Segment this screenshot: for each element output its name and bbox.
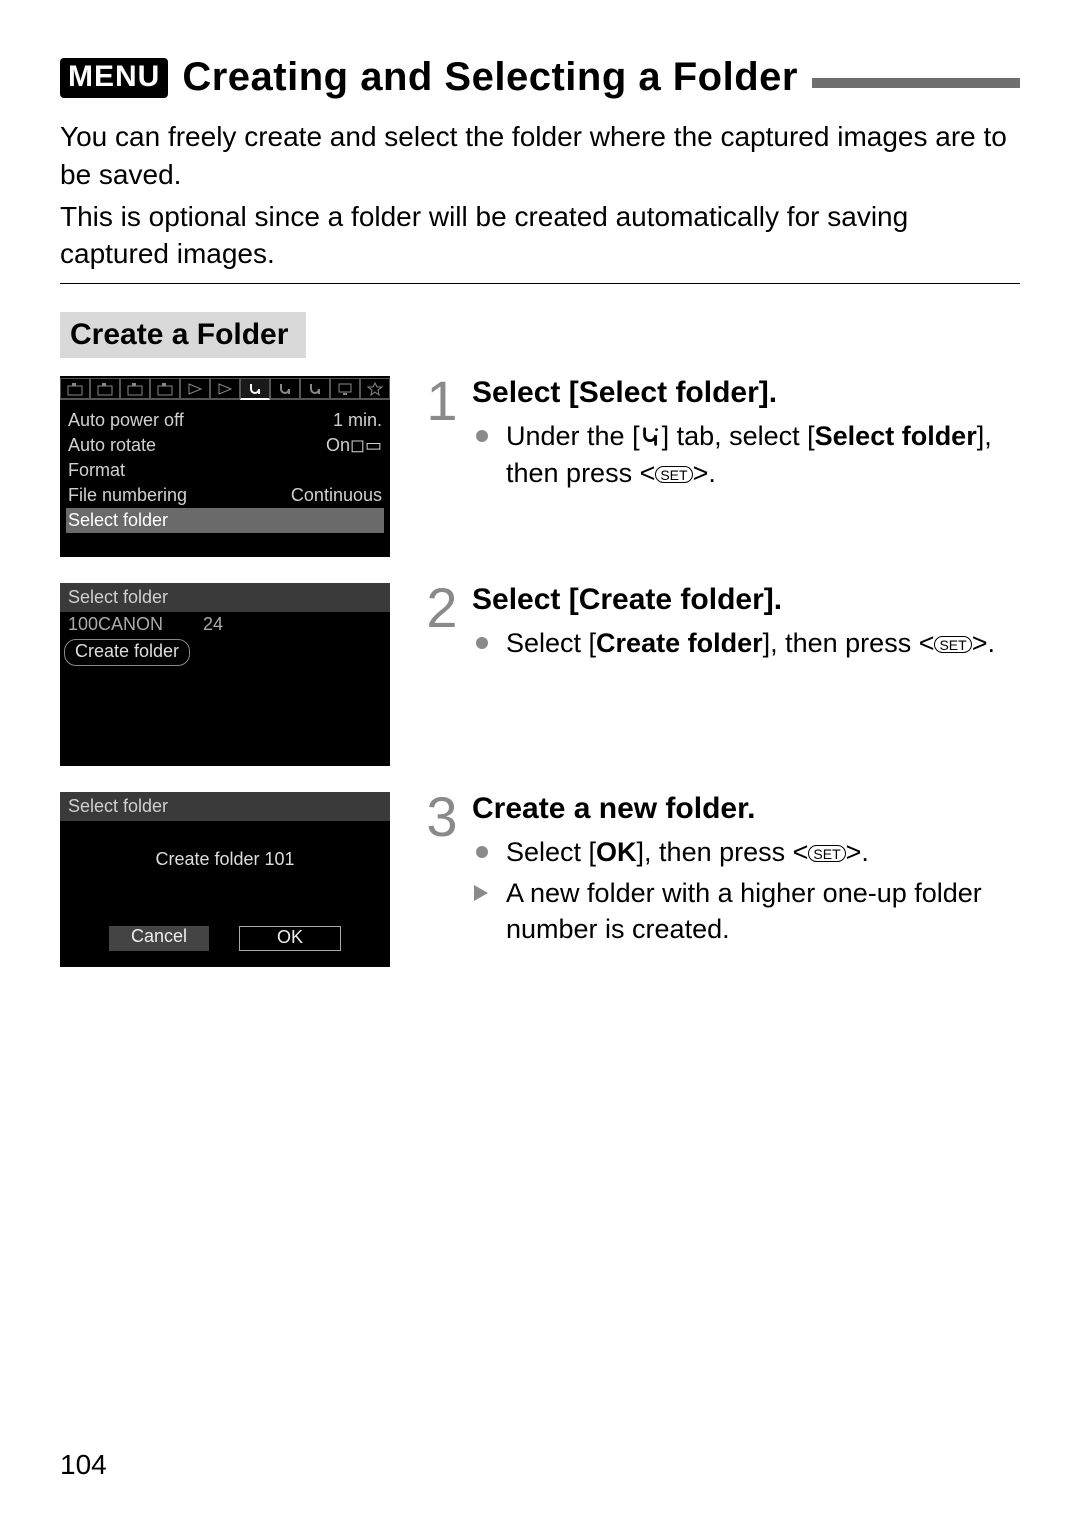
camera-icon: ◻ bbox=[350, 435, 365, 455]
menu-item-file-numbering: File numbering Continuous bbox=[66, 483, 384, 508]
title-rule bbox=[812, 78, 1020, 88]
manual-page: MENU Creating and Selecting a Folder You… bbox=[0, 0, 1080, 1521]
lcd2-title: Select folder bbox=[60, 583, 390, 612]
menu-item-auto-power-off: Auto power off 1 min. bbox=[66, 408, 384, 433]
divider bbox=[60, 283, 1020, 284]
step-3-bullet-1: Select [OK], then press <SET>. bbox=[472, 834, 1020, 870]
menu-item-auto-rotate: Auto rotate On◻▭ bbox=[66, 433, 384, 458]
tab-display bbox=[330, 378, 360, 400]
lcd3-title: Select folder bbox=[60, 792, 390, 821]
tab-camera-2 bbox=[90, 378, 120, 400]
page-title: Creating and Selecting a Folder bbox=[182, 55, 798, 100]
lcd-screenshot-3: Select folder Create folder 101 Cancel O… bbox=[60, 792, 390, 967]
menu-item-label: File numbering bbox=[68, 485, 187, 506]
tab-camera-4 bbox=[150, 378, 180, 400]
step-3-heading: Create a new folder. bbox=[472, 792, 1020, 826]
wrench-icon bbox=[640, 426, 662, 448]
menu-item-label: Select folder bbox=[68, 510, 168, 531]
tab-setup-1 bbox=[240, 378, 270, 400]
tab-setup-2 bbox=[270, 378, 300, 400]
folder-count: 24 bbox=[203, 614, 223, 635]
folder-row: 100CANON 24 bbox=[60, 612, 390, 637]
menu-item-value: Continuous bbox=[291, 485, 382, 506]
tab-setup-3 bbox=[300, 378, 330, 400]
menu-item-select-folder: Select folder bbox=[66, 508, 384, 533]
menu-item-label: Auto power off bbox=[68, 410, 184, 431]
step-number-2: 2 bbox=[420, 583, 464, 766]
page-number: 104 bbox=[60, 1449, 107, 1481]
intro-text: You can freely create and select the fol… bbox=[60, 118, 1020, 273]
intro-paragraph-1: You can freely create and select the fol… bbox=[60, 118, 1020, 194]
menu-item-label: Auto rotate bbox=[68, 435, 156, 456]
monitor-icon: ▭ bbox=[365, 435, 382, 455]
step-number-1: 1 bbox=[420, 376, 464, 557]
step-1-row: Auto power off 1 min. Auto rotate On◻▭ F… bbox=[60, 376, 1020, 557]
set-icon: SET bbox=[808, 845, 845, 862]
tab-playback-2 bbox=[210, 378, 240, 400]
menu-item-value: 1 min. bbox=[333, 410, 382, 431]
step-1-heading: Select [Select folder]. bbox=[472, 376, 1020, 410]
tab-camera-1 bbox=[60, 378, 90, 400]
set-icon: SET bbox=[655, 466, 692, 483]
lcd3-message: Create folder 101 bbox=[60, 849, 390, 870]
menu-tab-strip bbox=[60, 376, 390, 400]
intro-paragraph-2: This is optional since a folder will be … bbox=[60, 198, 1020, 274]
step-2-heading: Select [Create folder]. bbox=[472, 583, 1020, 617]
create-folder-option: Create folder bbox=[64, 639, 190, 666]
lcd-screenshot-2: Select folder 100CANON 24 Create folder bbox=[60, 583, 390, 766]
tab-playback-1 bbox=[180, 378, 210, 400]
step-3-body: 3 Create a new folder. Select [OK], then… bbox=[420, 792, 1020, 967]
set-icon: SET bbox=[934, 636, 971, 653]
menu-item-value: On◻▭ bbox=[326, 435, 382, 456]
step-2-bullet-1: Select [Create folder], then press <SET>… bbox=[472, 625, 1020, 661]
section-title: Create a Folder bbox=[60, 312, 306, 358]
menu-badge: MENU bbox=[60, 58, 168, 98]
step-2-body: 2 Select [Create folder]. Select [Create… bbox=[420, 583, 1020, 766]
step-number-3: 3 bbox=[420, 792, 464, 967]
step-1-body: 1 Select [Select folder]. Under the [] t… bbox=[420, 376, 1020, 557]
menu-item-format: Format bbox=[66, 458, 384, 483]
folder-name: 100CANON bbox=[68, 614, 163, 635]
tab-mymenu bbox=[360, 378, 390, 400]
lcd-screenshot-1: Auto power off 1 min. Auto rotate On◻▭ F… bbox=[60, 376, 390, 557]
step-3-bullet-2: A new folder with a higher one-up folder… bbox=[472, 875, 1020, 948]
step-2-row: Select folder 100CANON 24 Create folder … bbox=[60, 583, 1020, 766]
tab-camera-3 bbox=[120, 378, 150, 400]
step-3-row: Select folder Create folder 101 Cancel O… bbox=[60, 792, 1020, 967]
menu-list: Auto power off 1 min. Auto rotate On◻▭ F… bbox=[60, 406, 390, 557]
ok-button: OK bbox=[239, 926, 341, 951]
page-title-row: MENU Creating and Selecting a Folder bbox=[60, 55, 1020, 100]
menu-item-label: Format bbox=[68, 460, 125, 481]
step-1-bullet-1: Under the [] tab, select [Select folder]… bbox=[472, 418, 1020, 491]
cancel-button: Cancel bbox=[109, 926, 209, 951]
